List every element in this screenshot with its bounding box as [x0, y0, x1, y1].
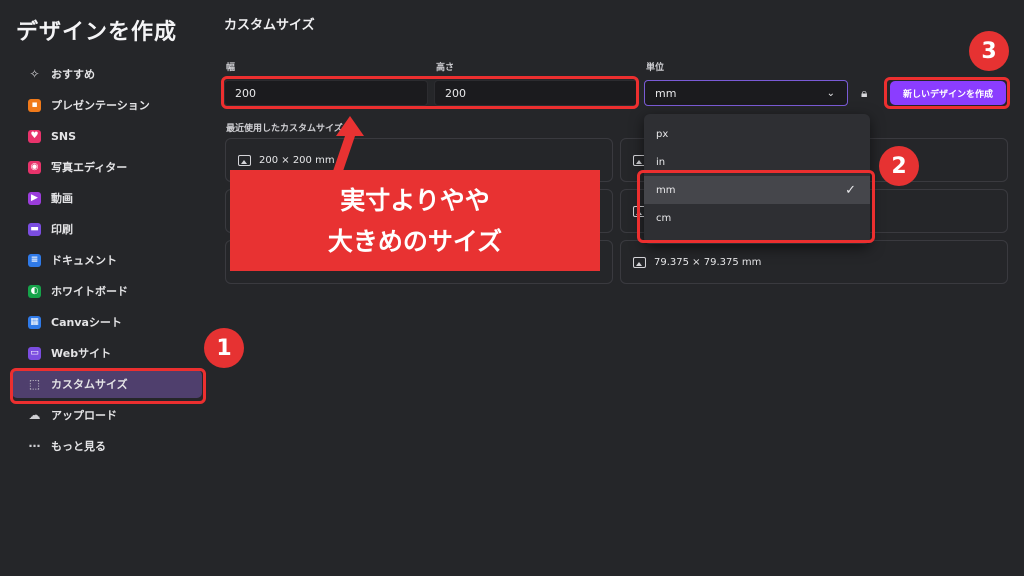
sidebar-item-label: ドキュメント [51, 254, 117, 267]
image-icon [633, 256, 646, 268]
sidebar-item-label: プレゼンテーション [51, 99, 150, 112]
option-label: px [656, 128, 669, 140]
width-label: 幅 [226, 63, 236, 73]
sidebar-item-photo-editor[interactable]: ◉ 写真エディター [12, 153, 202, 181]
sheet-icon: ▦ [28, 315, 41, 329]
printer-icon: ▬ [28, 222, 41, 236]
annotation-unit-box [637, 170, 875, 243]
height-label: 高さ [436, 63, 455, 73]
section-title: カスタムサイズ [224, 18, 315, 33]
recent-size-card[interactable]: 79.375 × 79.375 mm [620, 240, 1008, 284]
camera-icon: ◉ [28, 160, 41, 174]
image-icon [238, 154, 251, 166]
upload-cloud-icon: ☁ [28, 408, 41, 422]
callout-line-1: 実寸よりやや [340, 185, 490, 215]
sidebar-item-canva-sheet[interactable]: ▦ Canvaシート [12, 308, 202, 336]
sidebar-item-video[interactable]: ▶ 動画 [12, 184, 202, 212]
step-badge-2: 2 [879, 146, 919, 186]
annotation-callout: 実寸よりやや 大きめのサイズ [230, 170, 600, 271]
sidebar-item-label: 写真エディター [51, 161, 128, 174]
unit-select-value: mm [655, 86, 677, 100]
sidebar-item-label: 印刷 [51, 223, 73, 236]
sidebar-item-label: ホワイトボード [51, 285, 128, 298]
sidebar-item-label: Canvaシート [51, 316, 122, 329]
sidebar-item-label: もっと見る [51, 440, 106, 453]
callout-line-2: 大きめのサイズ [327, 226, 503, 256]
sidebar-item-presentation[interactable]: ▪ プレゼンテーション [12, 91, 202, 119]
sidebar-item-whiteboard[interactable]: ◐ ホワイトボード [12, 277, 202, 305]
whiteboard-icon: ◐ [28, 284, 41, 298]
annotation-create-button-box [884, 77, 1010, 109]
sidebar-item-label: 動画 [51, 192, 73, 205]
sidebar-item-upload[interactable]: ☁ アップロード [12, 401, 202, 429]
unit-select[interactable]: mm ⌄ [644, 80, 848, 106]
unit-label: 単位 [646, 63, 665, 73]
sidebar-item-sns[interactable]: ♥ SNS [12, 122, 202, 150]
sidebar-item-label: SNS [51, 129, 77, 143]
lock-icon[interactable]: 🔒︎ [861, 86, 867, 101]
recent-size-text: 79.375 × 79.375 mm [654, 256, 762, 268]
annotation-size-fields-box [221, 76, 639, 109]
sidebar-item-more[interactable]: ⋯ もっと見る [12, 432, 202, 460]
sidebar-item-document[interactable]: ≡ ドキュメント [12, 246, 202, 274]
sidebar-item-label: Webサイト [51, 347, 112, 360]
step-badge-1: 1 [204, 328, 244, 368]
presentation-icon: ▪ [28, 98, 41, 112]
chevron-down-icon: ⌄ [826, 87, 835, 99]
page-title: デザインを作成 [16, 20, 178, 45]
sidebar-item-label: おすすめ [51, 68, 95, 81]
heart-icon: ♥ [28, 129, 41, 143]
unit-option-px[interactable]: px [644, 120, 870, 148]
step-badge-3: 3 [969, 31, 1009, 71]
more-icon: ⋯ [28, 439, 41, 453]
document-icon: ≡ [28, 253, 41, 267]
sidebar-item-print[interactable]: ▬ 印刷 [12, 215, 202, 243]
sparkle-icon: ✧ [29, 67, 40, 81]
annotation-custom-size-box [10, 368, 206, 404]
website-icon: ▭ [28, 346, 41, 360]
annotation-arrow [332, 116, 364, 174]
sidebar-item-label: アップロード [51, 409, 117, 422]
video-icon: ▶ [28, 191, 41, 205]
sidebar-item-website[interactable]: ▭ Webサイト [12, 339, 202, 367]
option-label: in [656, 156, 666, 168]
sidebar-item-recommended[interactable]: ✧ おすすめ [12, 60, 202, 88]
